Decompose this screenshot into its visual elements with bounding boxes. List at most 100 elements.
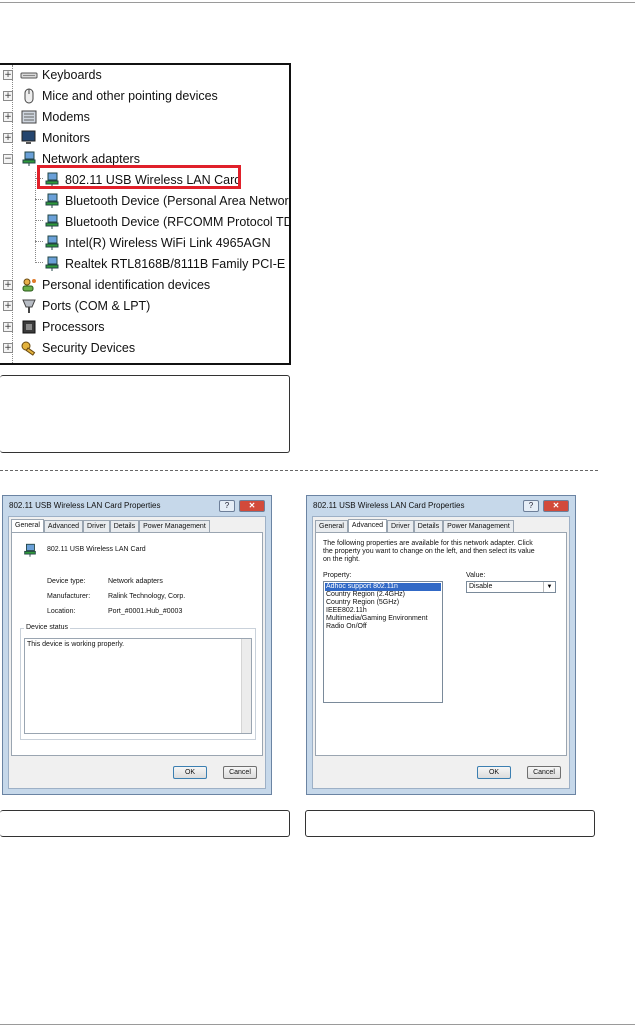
network-adapter-icon: [24, 543, 36, 557]
device-status-text: This device is working properly.: [27, 641, 125, 648]
manufacturer-label: Manufacturer:: [47, 593, 91, 600]
property-label: Property:: [323, 572, 352, 579]
tree-item-monitors[interactable]: Monitors: [20, 128, 90, 148]
tree-connector-h: [35, 241, 43, 242]
tree-item-label: Intel(R) Wireless WiFi Link 4965AGN: [65, 236, 271, 250]
tree-item-realtek[interactable]: Realtek RTL8168B/8111B Family PCI-E Giga: [43, 254, 291, 274]
tree-connector-root: [12, 65, 13, 363]
tree-connector-h: [35, 199, 43, 200]
collapse-network-adapters-button[interactable]: −: [3, 154, 13, 164]
keyboard-icon: [20, 72, 38, 79]
dialog-title: 802.11 USB Wireless LAN Card Properties: [313, 501, 465, 510]
tree-item-label: Personal identification devices: [42, 278, 211, 292]
device-status-heading: Device status: [24, 624, 71, 631]
device-type-value: Network adapters: [108, 578, 163, 585]
expand-modems-button[interactable]: +: [3, 112, 13, 122]
close-button[interactable]: ✕: [543, 500, 569, 512]
network-adapter-icon: [45, 193, 59, 208]
chevron-down-icon[interactable]: ▼: [543, 582, 555, 592]
tree-item-modems[interactable]: Modems: [20, 107, 90, 127]
network-adapter-icon: [45, 235, 59, 250]
location-value: Port_#0001.Hub_#0003: [108, 608, 183, 615]
cancel-button[interactable]: Cancel: [527, 766, 561, 779]
dialog-body: General Advanced Driver Details Power Ma…: [312, 516, 570, 789]
expand-keyboards-button[interactable]: +: [3, 70, 13, 80]
ok-button[interactable]: OK: [173, 766, 207, 779]
caption-box: [0, 810, 290, 837]
expand-personal-id-button[interactable]: +: [3, 280, 13, 290]
property-item-country-5[interactable]: Country Region (5GHz): [325, 599, 441, 607]
property-item-country-24[interactable]: Country Region (2.4GHz): [325, 591, 441, 599]
tree-item-label: Bluetooth Device (RFCOMM Protocol TDI): [65, 215, 291, 229]
cancel-button[interactable]: Cancel: [223, 766, 257, 779]
tree-connector-network: [35, 172, 36, 263]
caption-box: [0, 375, 290, 453]
tree-item-label: Modems: [42, 110, 90, 124]
advanced-description: the property you want to change on the l…: [323, 548, 535, 555]
property-item-adhoc[interactable]: Adhoc support 802.11n: [325, 583, 441, 591]
advanced-description: The following properties are available f…: [323, 540, 533, 547]
property-list[interactable]: Adhoc support 802.11n Country Region (2.…: [323, 581, 443, 703]
tree-item-security-devices[interactable]: Security Devices: [20, 338, 135, 358]
tree-item-personal-identification[interactable]: Personal identification devices: [20, 275, 210, 295]
manufacturer-value: Ralink Technology, Corp.: [108, 593, 186, 600]
expand-security-devices-button[interactable]: +: [3, 343, 13, 353]
tree-connector-h: [35, 220, 43, 221]
properties-dialog-general: 802.11 USB Wireless LAN Card Properties …: [2, 495, 272, 795]
processor-icon: [22, 320, 36, 334]
tree-item-label: Realtek RTL8168B/8111B Family PCI-E Giga: [65, 257, 291, 271]
modem-icon: [21, 110, 37, 124]
expand-mice-button[interactable]: +: [3, 91, 13, 101]
value-label: Value:: [466, 572, 486, 579]
tree-item-label: Network adapters: [42, 152, 140, 166]
status-scrollbar[interactable]: [241, 639, 251, 733]
network-adapter-icon: [22, 151, 36, 166]
tab-general[interactable]: General: [11, 519, 44, 532]
help-button[interactable]: ?: [219, 500, 235, 512]
ok-button[interactable]: OK: [477, 766, 511, 779]
property-item-radio[interactable]: Radio On/Off: [325, 623, 441, 631]
port-icon: [22, 299, 36, 313]
tree-item-label: Bluetooth Device (Personal Area Network): [65, 194, 291, 208]
tree-item-label: Processors: [42, 320, 105, 334]
help-button[interactable]: ?: [523, 500, 539, 512]
tree-connector-h: [35, 262, 43, 263]
tab-page-general: 802.11 USB Wireless LAN Card Device type…: [11, 532, 263, 756]
device-status-textarea[interactable]: This device is working properly.: [24, 638, 252, 734]
location-label: Location:: [47, 608, 76, 615]
tree-item-label: Ports (COM & LPT): [42, 299, 151, 313]
tree-item-label: Security Devices: [42, 341, 136, 355]
tab-advanced[interactable]: Advanced: [347, 519, 388, 532]
network-adapter-icon: [45, 214, 59, 229]
device-manager-tree[interactable]: + Keyboards + Mice and other pointing de…: [0, 63, 291, 365]
tree-item-label: Keyboards: [42, 68, 102, 82]
dashed-separator: [0, 470, 598, 471]
selection-highlight: [37, 165, 241, 189]
device-type-label: Device type:: [47, 578, 86, 585]
property-item-ieee80211h[interactable]: IEEE802.11h: [325, 607, 441, 615]
mouse-icon: [24, 88, 34, 104]
expand-ports-button[interactable]: +: [3, 301, 13, 311]
tree-item-ports[interactable]: Ports (COM & LPT): [20, 296, 150, 316]
device-name: 802.11 USB Wireless LAN Card: [47, 546, 146, 553]
tree-item-bluetooth-pan[interactable]: Bluetooth Device (Personal Area Network): [43, 191, 291, 211]
property-item-multimedia[interactable]: Multimedia/Gaming Environment: [325, 615, 441, 623]
expand-processors-button[interactable]: +: [3, 322, 13, 332]
tree-item-keyboards[interactable]: Keyboards: [20, 65, 102, 85]
key-icon: [21, 341, 36, 356]
top-rule: [0, 2, 635, 3]
tree-item-bluetooth-rfcomm[interactable]: Bluetooth Device (RFCOMM Protocol TDI): [43, 212, 291, 232]
close-button[interactable]: ✕: [239, 500, 265, 512]
tree-item-intel-wifi[interactable]: Intel(R) Wireless WiFi Link 4965AGN: [43, 233, 271, 253]
dialog-title: 802.11 USB Wireless LAN Card Properties: [9, 501, 161, 510]
tree-item-mice[interactable]: Mice and other pointing devices: [20, 86, 218, 106]
expand-monitors-button[interactable]: +: [3, 133, 13, 143]
value-selected: Disable: [469, 583, 493, 590]
tree-item-processors[interactable]: Processors: [20, 317, 105, 337]
value-dropdown[interactable]: Disable ▼: [466, 581, 556, 593]
properties-dialog-advanced: 802.11 USB Wireless LAN Card Properties …: [306, 495, 576, 795]
id-device-icon: [22, 278, 36, 292]
monitor-icon: [21, 130, 36, 144]
dialog-body: General Advanced Driver Details Power Ma…: [8, 516, 266, 789]
tree-item-label: Mice and other pointing devices: [42, 89, 218, 103]
